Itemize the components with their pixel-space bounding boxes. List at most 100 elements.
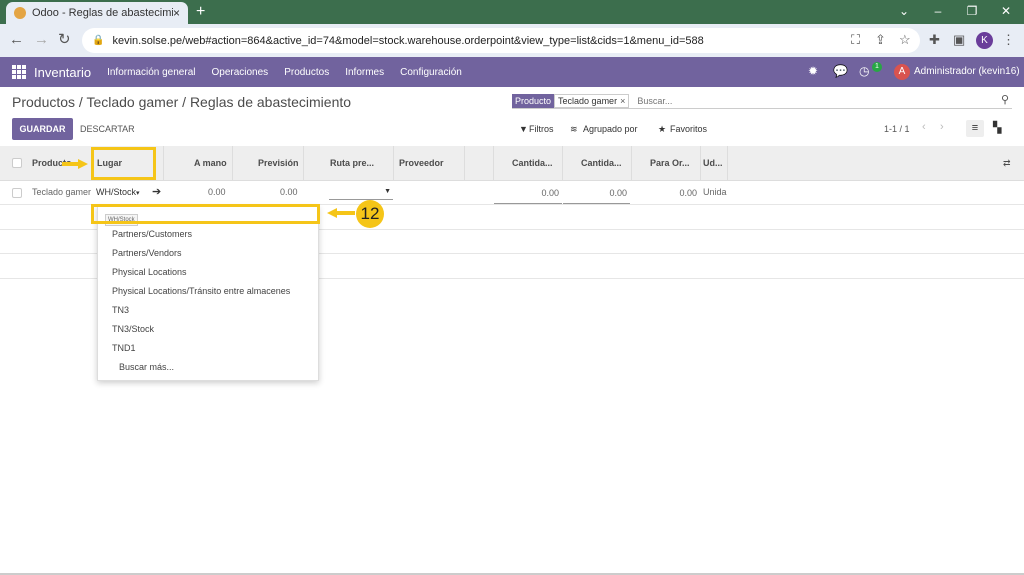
col-a-mano[interactable]: A mano [194,158,227,168]
cell-forecast: 0.00 [280,187,298,197]
menu-configuracion[interactable]: Configuración [400,67,462,78]
share-icon[interactable]: ⇪ [875,32,886,48]
user-avatar[interactable]: A [894,64,910,80]
discard-button[interactable]: DESCARTAR [80,124,135,134]
pager-value[interactable]: 1-1 / 1 [884,124,910,134]
col-divider [700,146,701,181]
close-window-icon[interactable]: ✕ [989,0,1023,24]
dropdown-item[interactable]: TN3/Stock [112,324,154,334]
search-icon[interactable]: ⚲ [1001,93,1009,106]
col-divider [727,146,728,181]
odoo-navbar: Inventario Información general Operacion… [0,57,1024,87]
col-cantidad-max[interactable]: Cantida... [581,158,622,168]
search-input[interactable] [637,95,755,106]
url-field[interactable]: 🔒 kevin.solse.pe/web#action=864&active_i… [82,28,920,53]
bug-icon[interactable]: ✹ [808,64,818,78]
chat-icon[interactable]: 💬 [833,64,848,78]
translate-icon[interactable]: ⛶ [851,32,860,48]
cell-on-hand: 0.00 [208,187,226,197]
app-name[interactable]: Inventario [34,65,91,80]
minimize-icon[interactable]: – [921,0,955,24]
location-select[interactable]: WH/Stock▾ [96,187,140,197]
cell-product[interactable]: Teclado gamer [32,187,94,197]
facet-value: Teclado gamer × [554,93,630,108]
facet-value-text: Teclado gamer [558,95,618,106]
save-button[interactable]: GUARDAR [12,118,73,140]
col-cantidad-min[interactable]: Cantida... [512,158,553,168]
forward-icon[interactable]: → [34,31,49,49]
menu-informacion-general[interactable]: Información general [107,67,195,78]
list-view-icon[interactable]: ≡ [966,120,984,137]
arrow-left-icon [327,208,355,218]
groupby-icon[interactable]: ≋ [570,124,578,135]
dropdown-item[interactable]: TN3 [112,305,129,315]
dropdown-item[interactable]: Physical Locations/Tránsito entre almace… [112,286,290,296]
dropdown-item[interactable]: Physical Locations [112,267,187,277]
browser-tab[interactable]: Odoo - Reglas de abastecimiento × [6,2,188,24]
browser-tab-bar: Odoo - Reglas de abastecimiento × + ⌄ – … [0,0,1024,24]
open-record-arrow-icon[interactable]: ➔ [152,185,161,198]
group-by-button[interactable]: Agrupado por [583,124,638,134]
dropdown-item[interactable]: Partners/Vendors [112,248,182,258]
breadcrumb[interactable]: Productos / Teclado gamer / Reglas de ab… [12,94,351,110]
pager-next-icon[interactable]: › [940,121,944,133]
col-divider [232,146,233,181]
col-divider [393,146,394,181]
max-qty-input[interactable]: 0.00 [563,184,630,204]
bookmark-star-icon[interactable]: ☆ [899,32,911,48]
menu-operaciones[interactable]: Operaciones [211,67,268,78]
extensions-icon[interactable]: ✚ [929,32,940,48]
col-udm[interactable]: Ud... [703,158,723,168]
filters-button[interactable]: Filtros [529,124,554,134]
col-divider [163,146,164,181]
lock-icon: 🔒 [92,35,105,46]
highlight-box-lugar [91,147,156,180]
col-proveedor[interactable]: Proveedor [399,158,444,168]
dropdown-item[interactable]: TND1 [112,343,136,353]
caret-down-icon: ▾ [136,190,140,197]
select-all-checkbox[interactable] [12,158,22,168]
col-prevision[interactable]: Previsión [258,158,299,168]
menu-productos[interactable]: Productos [284,67,329,78]
col-ruta[interactable]: Ruta pre... [330,158,374,168]
search-more-link[interactable]: Buscar más... [119,362,174,372]
to-order-input[interactable]: 0.00 [632,184,700,204]
kanban-view-icon[interactable]: ▚ [993,121,1001,134]
address-bar-row: ← → ↻ 🔒 kevin.solse.pe/web#action=864&ac… [0,24,1024,57]
menu-informes[interactable]: Informes [345,67,384,78]
highlight-box-location [91,204,320,224]
search-bar[interactable]: Producto Teclado gamer × [512,93,1012,109]
filter-icon[interactable]: ▼ [519,124,528,134]
sidepanel-icon[interactable]: ▣ [953,32,965,48]
new-tab-button[interactable]: + [196,3,205,21]
route-select[interactable]: ▼ [329,186,393,200]
arrow-right-icon [62,159,88,169]
col-divider [493,146,494,181]
favorites-button[interactable]: Favoritos [670,124,707,134]
col-divider [562,146,563,181]
facet-label: Producto [512,93,555,108]
row-checkbox[interactable] [12,188,22,198]
restore-icon[interactable]: ❐ [955,0,989,24]
reload-icon[interactable]: ↻ [58,31,71,49]
odoo-favicon-icon [14,7,26,19]
activity-clock-icon[interactable]: ◷ [859,64,869,78]
url-text: kevin.solse.pe/web#action=864&active_id=… [112,34,704,47]
chrome-menu-icon[interactable]: ⋮ [1002,32,1015,48]
facet-remove-icon[interactable]: × [620,96,625,106]
optional-columns-icon[interactable]: ⇄ [1003,158,1011,169]
cell-uom: Unida [703,187,727,197]
apps-menu-icon[interactable] [12,65,26,79]
col-divider [303,146,304,181]
profile-avatar[interactable]: K [976,32,993,49]
back-icon[interactable]: ← [9,31,24,49]
min-qty-input[interactable]: 0.00 [494,184,562,204]
star-icon[interactable]: ★ [658,124,666,135]
dropdown-item[interactable]: Partners/Customers [112,229,192,239]
col-divider [464,146,465,181]
pager-prev-icon[interactable]: ‹ [922,121,926,133]
user-name[interactable]: Administrador (kevin16) [914,66,1020,77]
close-tab-icon[interactable]: × [173,6,180,20]
tab-search-icon[interactable]: ⌄ [887,0,921,24]
col-para-ordenar[interactable]: Para Or... [650,158,690,168]
